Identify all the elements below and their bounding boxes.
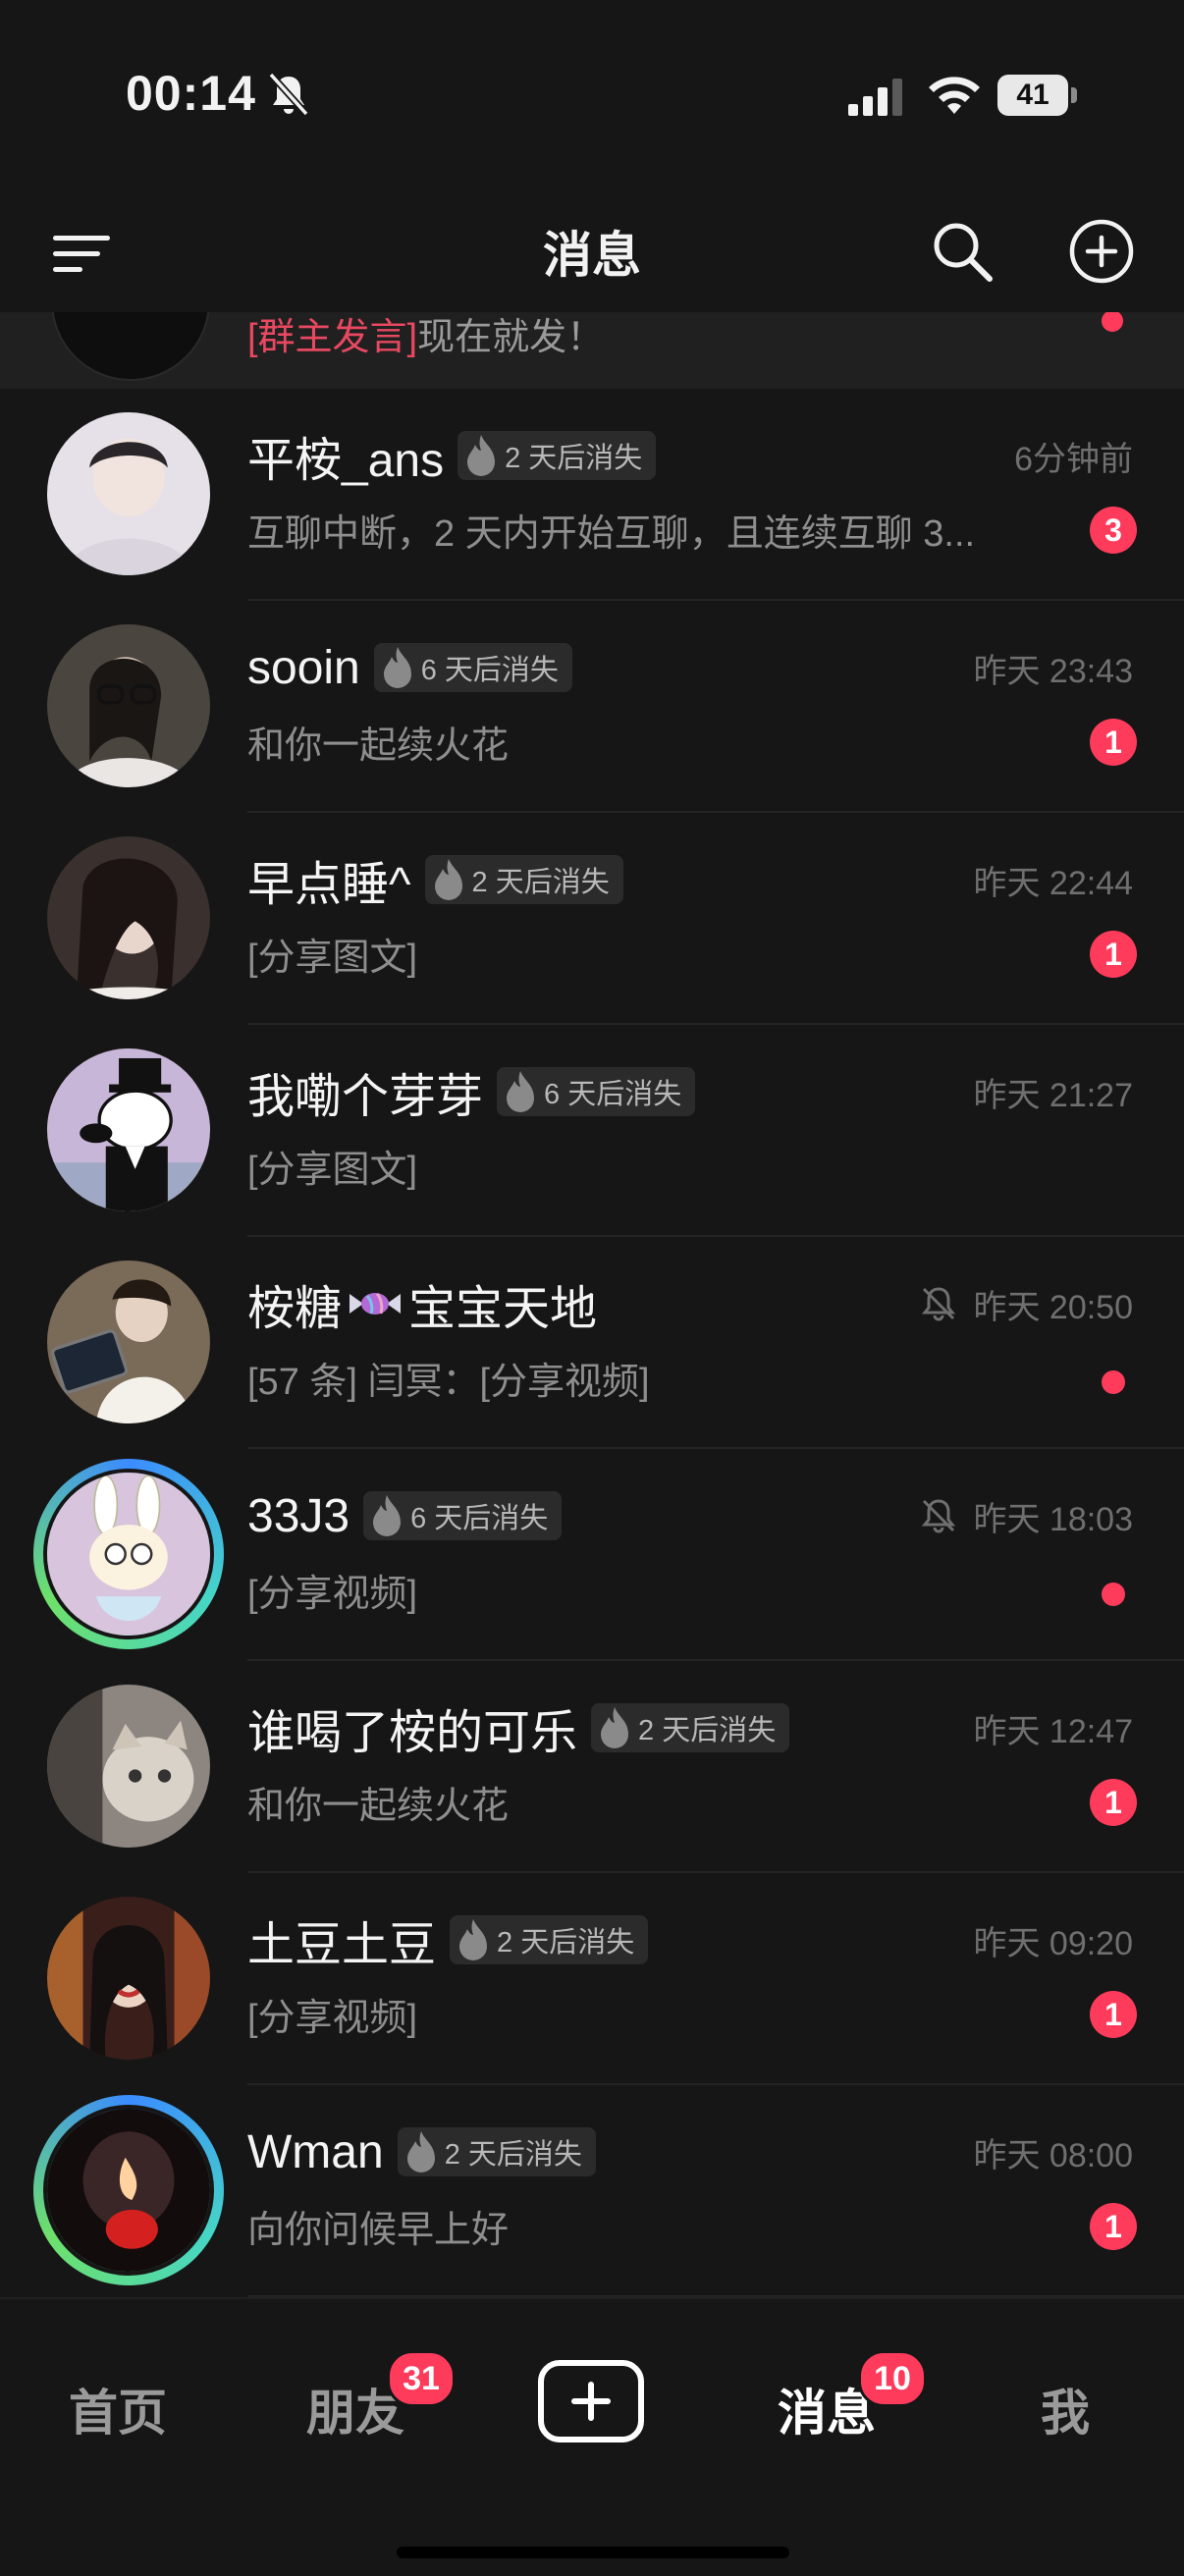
pinned-group-row[interactable]: [群主发言]现在就发！ — [0, 312, 1184, 389]
unread-dot — [1102, 1370, 1125, 1394]
conversation-row[interactable]: 土豆土豆 2 天后消失 昨天 09:20 [分享视频] 1 — [0, 1873, 1184, 2085]
contact-name-suffix: 宝宝天地 — [408, 1283, 598, 1335]
expiry-badge: 6 天后消失 — [363, 1491, 563, 1540]
message-preview: [分享图文] — [247, 938, 418, 979]
battery-indicator: 41 — [997, 75, 1078, 116]
timestamp: 昨天 21:27 — [973, 1076, 1133, 1114]
conversation-row[interactable]: 33J3 6 天后消失 昨天 18:03 [分享视频] — [0, 1449, 1184, 1661]
contact-name: Wman — [247, 2125, 384, 2178]
contact-name: 33J3 — [247, 1489, 350, 1542]
conversation-row[interactable]: 谁喝了桉的可乐 2 天后消失 昨天 12:47 和你一起续火花 1 — [0, 1661, 1184, 1873]
flame-icon — [434, 859, 462, 900]
unread-dot — [1102, 1583, 1125, 1606]
expiry-badge: 6 天后消失 — [373, 643, 572, 692]
flame-icon — [373, 1495, 402, 1536]
conversation-row[interactable]: 早点睡^ 2 天后消失 昨天 22:44 [分享图文] 1 — [0, 813, 1184, 1025]
status-time: 00:14 — [126, 66, 256, 121]
conversation-row[interactable]: 我嘞个芽芽 6 天后消失 昨天 21:27 [分享图文] — [0, 1025, 1184, 1237]
page-title: 消息 — [543, 228, 641, 283]
timestamp: 昨天 18:03 — [973, 1500, 1133, 1538]
expiry-badge: 2 天后消失 — [397, 2127, 596, 2176]
expiry-badge: 2 天后消失 — [450, 1915, 649, 1964]
conversation-row[interactable]: Wman 2 天后消失 昨天 08:00 向你问候早上好 1 — [0, 2085, 1184, 2297]
mute-icon — [268, 72, 309, 117]
timestamp: 昨天 08:00 — [973, 2136, 1133, 2174]
expiry-badge: 2 天后消失 — [591, 1703, 790, 1752]
unread-count: 1 — [1090, 2203, 1137, 2250]
timestamp: 昨天 22:44 — [973, 864, 1133, 902]
unread-count: 1 — [1090, 1779, 1137, 1826]
avatar[interactable] — [47, 1685, 210, 1848]
contact-name: sooin — [247, 641, 360, 694]
timestamp: 昨天 23:43 — [973, 652, 1133, 690]
avatar[interactable] — [47, 1261, 210, 1423]
unread-count: 3 — [1090, 507, 1137, 554]
tab-home[interactable]: 首页 — [69, 2374, 167, 2444]
tab-me[interactable]: 我 — [1041, 2374, 1090, 2444]
avatar[interactable] — [47, 836, 210, 999]
flame-icon — [383, 647, 411, 688]
wifi-icon — [929, 77, 980, 114]
flame-icon — [467, 435, 496, 476]
message-preview: [57 条] 闫冥：[分享视频] — [247, 1362, 650, 1403]
timestamp: 昨天 12:47 — [973, 1712, 1133, 1750]
unread-count: 1 — [1090, 719, 1137, 766]
top-bar: 消息 — [0, 196, 1184, 312]
timestamp: 6分钟前 — [1014, 440, 1133, 478]
unread-count: 1 — [1090, 1991, 1137, 2038]
contact-name: 土豆土豆 — [247, 1919, 437, 1971]
bottom-nav: 首页 朋友 31 消息 10 我 — [0, 2297, 1184, 2576]
bell-off-icon — [922, 1287, 956, 1321]
avatar[interactable] — [47, 624, 210, 787]
avatar — [51, 312, 210, 381]
flame-icon — [459, 1919, 488, 1960]
expiry-badge: 2 天后消失 — [457, 431, 657, 480]
home-indicator — [397, 2547, 789, 2558]
list-item-preview: [群主发言]现在就发！ — [247, 317, 605, 358]
contact-name: 平桉_ans — [247, 435, 445, 487]
contact-name: 我嘞个芽芽 — [247, 1071, 484, 1123]
message-preview: 和你一起续火花 — [247, 1786, 510, 1827]
message-preview: [分享图文] — [247, 1150, 418, 1191]
add-circle-icon[interactable] — [1066, 216, 1137, 287]
flame-icon — [406, 2131, 435, 2173]
contact-name: 桉糖 — [247, 1283, 343, 1335]
timestamp: 昨天 20:50 — [973, 1288, 1133, 1326]
contact-name: 谁喝了桉的可乐 — [247, 1707, 578, 1759]
avatar[interactable] — [33, 1459, 224, 1649]
flame-icon — [507, 1071, 535, 1112]
conversation-row[interactable]: 桉糖 宝宝天地 昨天 20:50 [57 条] 闫冥：[分享视频] — [0, 1237, 1184, 1449]
unread-count: 1 — [1090, 931, 1137, 978]
avatar[interactable] — [47, 412, 210, 575]
message-preview: 和你一起续火花 — [247, 725, 510, 767]
message-preview: [分享视频] — [247, 1574, 418, 1615]
bell-off-icon — [922, 1499, 956, 1533]
flame-icon — [601, 1707, 629, 1748]
conversation-row[interactable]: 平桉_ans 2 天后消失 6分钟前 互聊中断，2 天内开始互聊，且连续互聊 3… — [0, 389, 1184, 601]
expiry-badge: 2 天后消失 — [424, 855, 623, 904]
contact-name: 早点睡^ — [247, 859, 411, 911]
conversation-row[interactable]: sooin 6 天后消失 昨天 23:43 和你一起续火花 1 — [0, 601, 1184, 813]
expiry-badge: 6 天后消失 — [497, 1067, 696, 1116]
message-preview: [分享视频] — [247, 1998, 418, 2039]
friends-badge: 31 — [387, 2350, 456, 2407]
unread-dot — [1102, 312, 1123, 332]
message-preview: 互聊中断，2 天内开始互聊，且连续互聊 3... — [247, 513, 976, 555]
avatar[interactable] — [47, 1897, 210, 2060]
signal-icon — [848, 79, 902, 116]
status-bar: 00:14 41 — [0, 0, 1184, 196]
timestamp: 昨天 09:20 — [973, 1924, 1133, 1962]
messages-badge: 10 — [858, 2350, 927, 2407]
avatar[interactable] — [33, 2095, 224, 2285]
conversation-list: 平桉_ans 2 天后消失 6分钟前 互聊中断，2 天内开始互聊，且连续互聊 3… — [0, 389, 1184, 2297]
search-icon[interactable] — [927, 216, 997, 287]
message-preview: 向你问候早上好 — [247, 2210, 510, 2251]
create-button[interactable] — [538, 2360, 644, 2442]
candy-icon — [350, 1292, 402, 1315]
avatar[interactable] — [47, 1048, 210, 1211]
